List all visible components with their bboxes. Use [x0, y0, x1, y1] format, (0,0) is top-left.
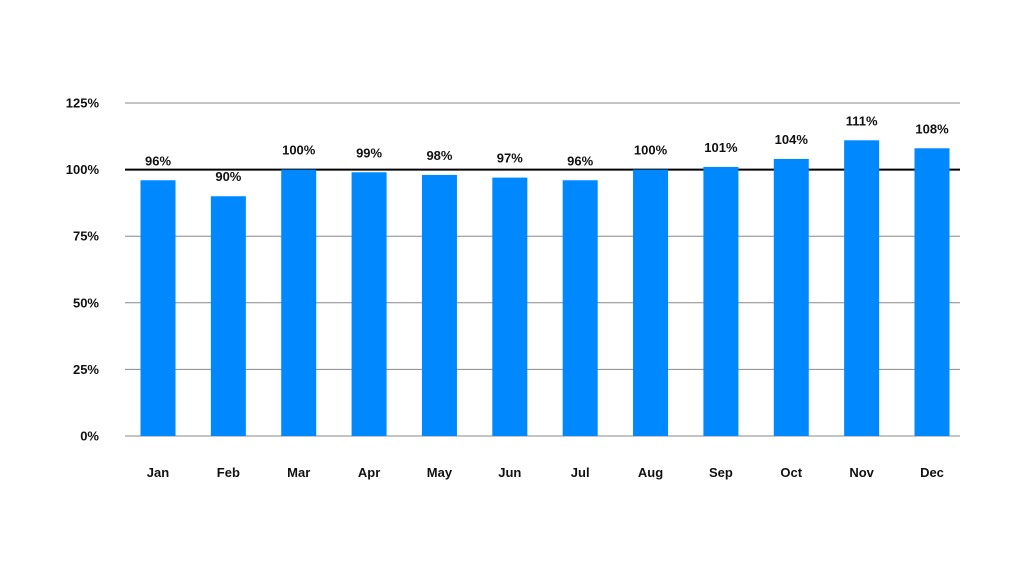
bar-apr [351, 172, 387, 436]
bar-nov [844, 140, 880, 436]
x-tick-label-dec: Dec [920, 465, 944, 480]
x-tick-label-mar: Mar [287, 465, 310, 480]
x-tick-label-oct: Oct [780, 465, 802, 480]
data-label-jan: 96% [145, 153, 171, 168]
bar-jul [562, 180, 598, 436]
data-labels: 96% 90% 100% 99% 98% 97% 96% 100% 101% 104% 111% 10… [145, 113, 949, 184]
data-label-oct: 104% [775, 132, 809, 147]
bar-oct [773, 158, 809, 436]
x-tick-label-feb: Feb [217, 465, 240, 480]
bar-dec [914, 148, 950, 436]
bars [140, 140, 950, 437]
y-tick-label: 100% [66, 162, 100, 177]
bar-sep [703, 166, 739, 436]
data-label-aug: 100% [634, 143, 668, 158]
data-label-dec: 108% [915, 121, 949, 136]
x-tick-label-may: May [427, 465, 453, 480]
data-label-apr: 99% [356, 145, 382, 160]
bar-aug [633, 169, 669, 436]
bar-jun [492, 177, 528, 437]
x-axis-tick-labels: Jan Feb Mar Apr May Jun Jul Aug Sep Oct Nov Dec [147, 465, 944, 480]
data-label-feb: 90% [215, 169, 241, 184]
y-axis-tick-labels: 0% 25% 50% 75% 100% 125% [66, 96, 100, 444]
x-tick-label-jan: Jan [147, 465, 169, 480]
bar-feb [210, 196, 246, 436]
data-label-jun: 97% [497, 151, 523, 166]
y-tick-label: 25% [73, 362, 99, 377]
x-tick-label-aug: Aug [638, 465, 663, 480]
x-tick-label-sep: Sep [709, 465, 733, 480]
x-tick-label-jul: Jul [571, 465, 590, 480]
data-label-mar: 100% [282, 143, 316, 158]
data-label-sep: 101% [704, 140, 738, 155]
bar-jan [140, 180, 176, 436]
x-tick-label-jun: Jun [498, 465, 521, 480]
gridlines [125, 102, 960, 437]
bar-mar [281, 169, 317, 436]
data-label-jul: 96% [567, 153, 593, 168]
data-label-may: 98% [426, 148, 452, 163]
data-label-nov: 111% [846, 113, 878, 128]
x-tick-label-nov: Nov [849, 465, 874, 480]
y-tick-label: 0% [80, 429, 99, 444]
bar-may [421, 174, 457, 437]
x-tick-label-apr: Apr [358, 465, 380, 480]
y-tick-label: 75% [73, 229, 99, 244]
y-tick-label: 125% [66, 96, 100, 111]
y-tick-label: 50% [73, 295, 99, 310]
bar-chart: 0%25%50%75%100%125% 96%90%100% 99% 98% 97% 9… [66, 96, 960, 480]
